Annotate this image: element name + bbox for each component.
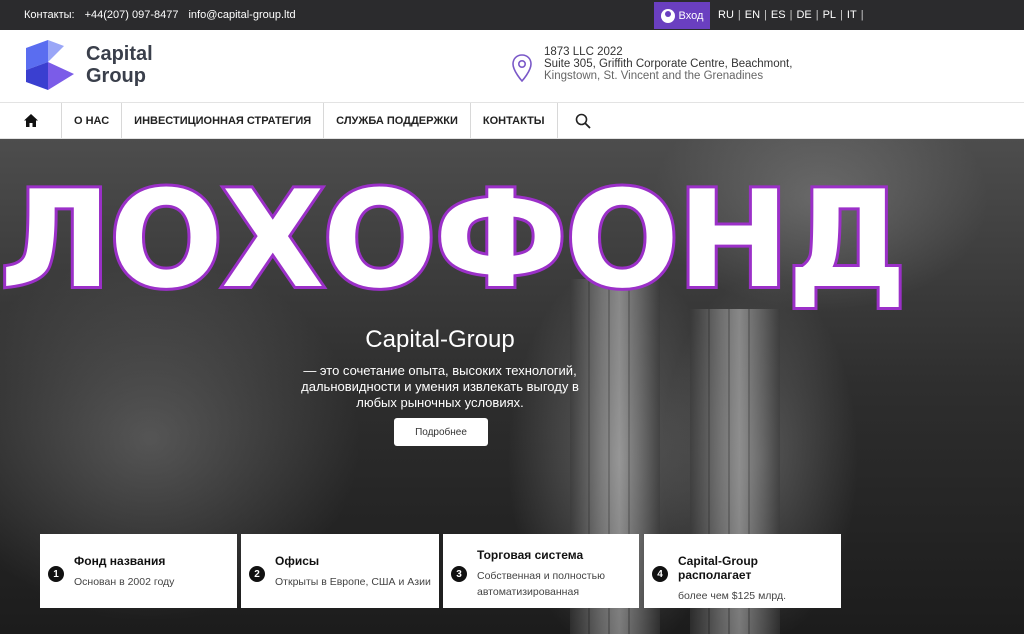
site-header: Capital Group 1873 LLC 2022 Suite 305, G… bbox=[0, 30, 1024, 102]
feature-card: 4 Capital-Group располагает более чем $1… bbox=[644, 534, 841, 608]
nav-investment-strategy[interactable]: ИНВЕСТИЦИОННАЯ СТРАТЕГИЯ bbox=[122, 103, 325, 138]
nav-home[interactable] bbox=[0, 103, 62, 138]
main-nav: О НАС ИНВЕСТИЦИОННАЯ СТРАТЕГИЯ СЛУЖБА ПО… bbox=[0, 102, 1024, 139]
feature-title: Торговая система bbox=[477, 548, 584, 562]
address-line-2: Suite 305, Griffith Corporate Centre, Be… bbox=[544, 58, 793, 70]
feature-description: Открыты в Европе, США и Азии bbox=[275, 576, 431, 588]
home-icon bbox=[23, 114, 38, 127]
feature-number: 3 bbox=[451, 566, 467, 582]
lang-ru[interactable]: RU bbox=[718, 9, 734, 21]
feature-card: 1 Фонд названия Основан в 2002 году bbox=[40, 534, 237, 608]
feature-title: Офисы bbox=[275, 554, 320, 568]
logo-line-1: Capital bbox=[86, 43, 153, 65]
hero-title: Capital-Group bbox=[365, 326, 515, 353]
logo-line-2: Group bbox=[86, 65, 146, 87]
hero-description: — это сочетание опыта, высоких технологи… bbox=[301, 363, 579, 410]
more-details-button[interactable]: Подробнее bbox=[394, 418, 488, 446]
search-button[interactable] bbox=[558, 103, 608, 138]
location-pin-icon bbox=[512, 54, 532, 82]
feature-card: 2 Офисы Открыты в Европе, США и Азии bbox=[241, 534, 439, 608]
feature-title: Фонд названия bbox=[74, 554, 166, 568]
nav-support[interactable]: СЛУЖБА ПОДДЕРЖКИ bbox=[324, 103, 471, 138]
lang-es[interactable]: ES bbox=[771, 9, 786, 21]
login-label: Вход bbox=[678, 9, 704, 22]
language-switcher: RU | EN | ES | DE | PL | IT | bbox=[718, 9, 864, 21]
lang-it[interactable]: IT bbox=[847, 9, 857, 21]
login-button[interactable]: Вход bbox=[654, 2, 710, 29]
feature-title: Capital-Group располагает bbox=[678, 554, 758, 582]
feature-card: 3 Торговая система Собственная и полност… bbox=[443, 534, 639, 608]
search-icon bbox=[575, 113, 591, 129]
feature-number: 1 bbox=[48, 566, 64, 582]
feature-number: 4 bbox=[652, 566, 668, 582]
feature-description: Основан в 2002 году bbox=[74, 576, 175, 588]
watermark-overlay-text: ЛОХОФОНД bbox=[0, 162, 910, 318]
feature-number: 2 bbox=[249, 566, 265, 582]
lang-en[interactable]: EN bbox=[745, 9, 760, 21]
phone-link[interactable]: +44(207) 097-8477 bbox=[85, 9, 179, 21]
contacts-label: Контакты: bbox=[24, 9, 75, 21]
top-bar: Контакты: +44(207) 097-8477 info@capital… bbox=[0, 0, 1024, 30]
lang-pl[interactable]: PL bbox=[823, 9, 836, 21]
email-link[interactable]: info@capital-group.ltd bbox=[188, 9, 295, 21]
address-line-1: 1873 LLC 2022 bbox=[544, 46, 623, 58]
office-address: 1873 LLC 2022 Suite 305, Griffith Corpor… bbox=[512, 46, 792, 82]
contacts-block: Контакты: +44(207) 097-8477 info@capital… bbox=[24, 0, 296, 30]
site-logo[interactable]: Capital Group bbox=[24, 40, 153, 90]
address-line-3: Kingstown, St. Vincent and the Grenadine… bbox=[544, 70, 764, 82]
lang-de[interactable]: DE bbox=[796, 9, 811, 21]
nav-about[interactable]: О НАС bbox=[62, 103, 123, 138]
user-icon bbox=[660, 8, 675, 23]
nav-contacts[interactable]: КОНТАКТЫ bbox=[471, 103, 558, 138]
feature-description: более чем $125 млрд. bbox=[678, 590, 787, 602]
feature-description: Собственная и полностью автоматизированн… bbox=[477, 570, 605, 598]
logo-mark-icon bbox=[26, 40, 74, 90]
